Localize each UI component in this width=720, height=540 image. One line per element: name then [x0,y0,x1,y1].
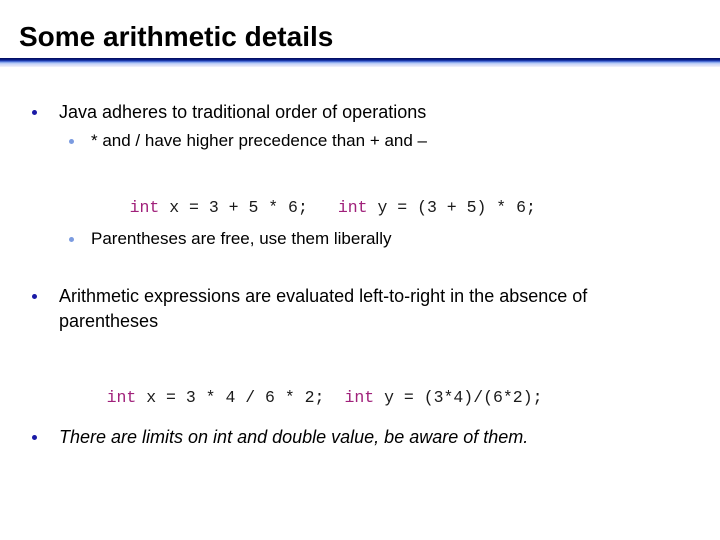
bullet-left-to-right-continued: parentheses [59,309,158,333]
bullet-text-line1: Arithmetic expressions are evaluated lef… [59,286,588,306]
bullet-numeric-limits: There are limits on int and double value… [32,425,529,449]
code-expression: x = 3 * 4 / 6 * 2; [136,388,325,407]
sub-bullet-parentheses: Parentheses are free, use them liberally [69,227,392,251]
title-divider [0,58,720,67]
bullet-text: Java adheres to traditional order of ope… [59,102,427,122]
bullet-left-to-right: Arithmetic expressions are evaluated lef… [32,284,588,308]
sub-bullet-text: * and / have higher precedence than + an… [91,131,428,150]
code-keyword: int [129,198,160,217]
code-keyword: int [344,388,375,407]
slide-title: Some arithmetic details [19,21,334,52]
code-example-left-to-right: int x = 3 * 4 / 6 * 2; int y = (3*4)/(6*2… [67,365,543,431]
bullet-text: There are limits on int and double value… [59,427,529,447]
code-keyword: int [337,198,368,217]
code-expression: y = (3*4)/(6*2); [374,388,543,407]
bullet-dot-icon [32,435,37,440]
bullet-dot-icon [32,110,37,115]
bullet-order-of-operations: Java adheres to traditional order of ope… [32,100,427,124]
sub-bullet-dot-icon [69,139,74,144]
sub-bullet-precedence: * and / have higher precedence than + an… [69,129,428,153]
sub-bullet-text: Parentheses are free, use them liberally [91,229,392,248]
bullet-dot-icon [32,294,37,299]
code-expression: y = (3 + 5) * 6; [367,198,536,217]
code-expression: x = 3 + 5 * 6; [159,198,308,217]
code-keyword: int [106,388,137,407]
bullet-text-line2: parentheses [59,311,159,331]
sub-bullet-dot-icon [69,237,74,242]
